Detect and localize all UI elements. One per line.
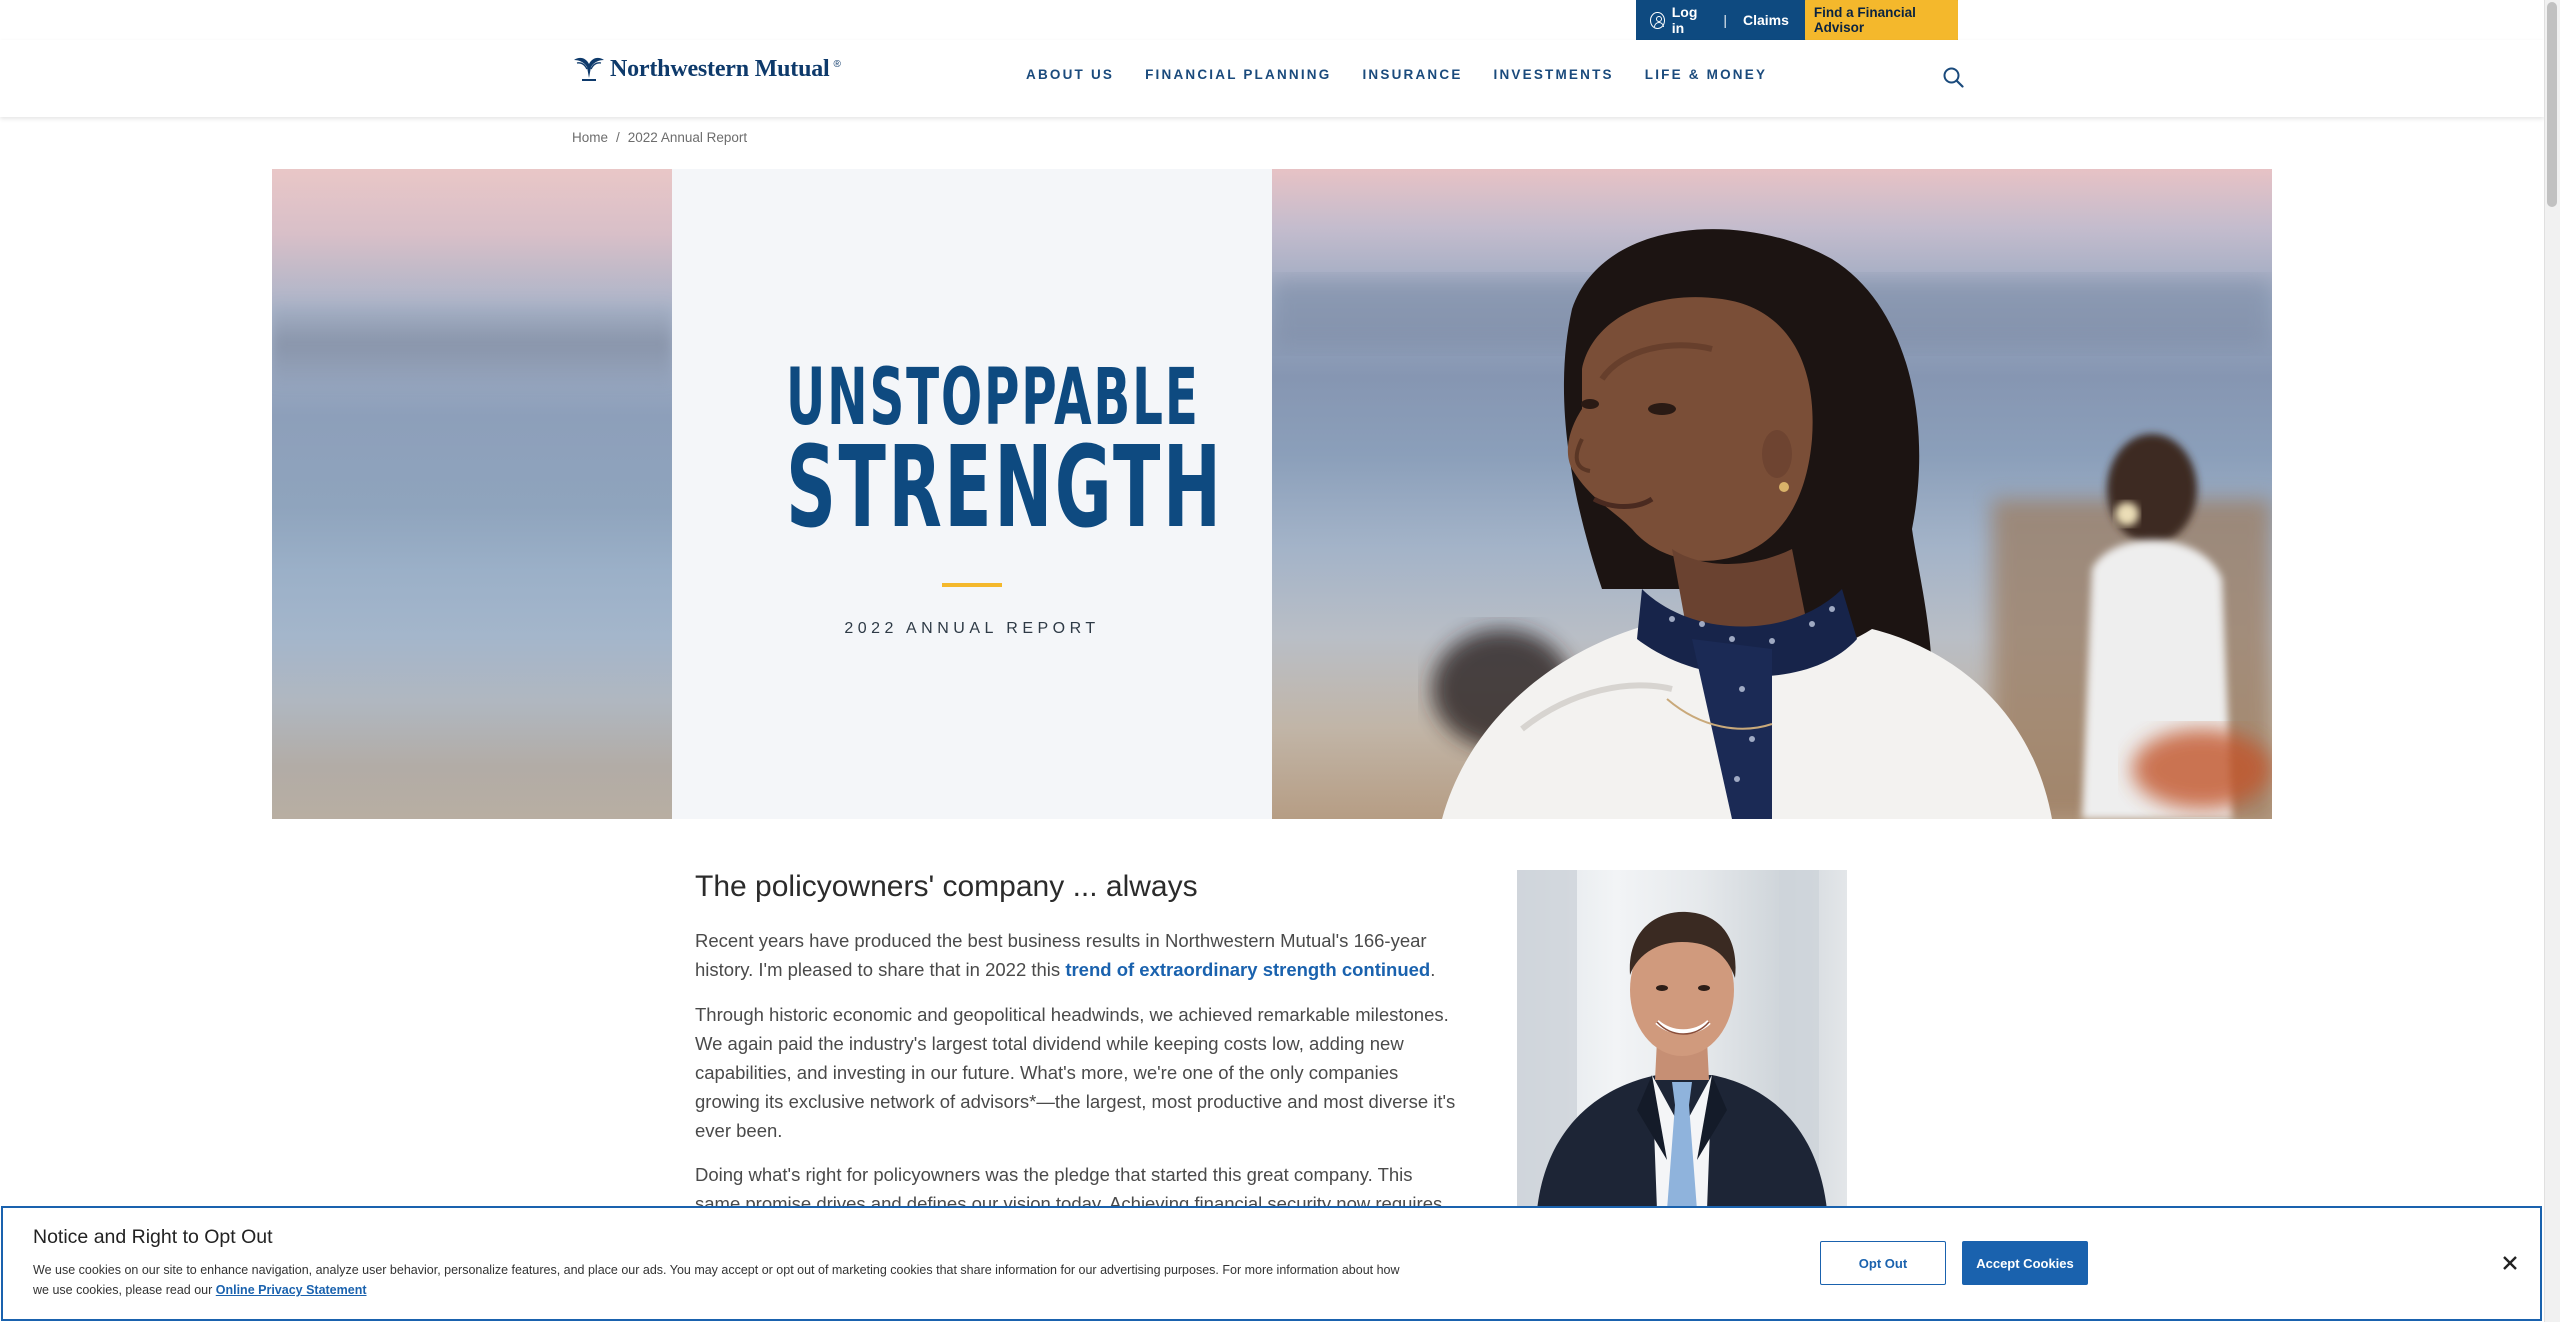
accept-cookies-button[interactable]: Accept Cookies [1962,1241,2088,1285]
breadcrumb-current: 2022 Annual Report [627,130,748,145]
article-paragraph-1: Recent years have produced the best busi… [695,926,1460,984]
site-header: Northwestern Mutual ® ABOUT US FINANCIAL… [0,40,2544,117]
opt-out-button[interactable]: Opt Out [1820,1241,1946,1285]
hero-photo-illustration [1272,229,2272,819]
cookie-banner-text: We use cookies on our site to enhance na… [33,1260,1413,1300]
hero-left-image [272,169,672,819]
strength-continued-link[interactable]: trend of extraordinary strength continue… [1065,959,1430,980]
logo-text: Northwestern Mutual [610,55,830,82]
login-label: Log in [1671,4,1698,36]
article-paragraph-2: Through historic economic and geopolitic… [695,1004,1456,1141]
main-nav: ABOUT US FINANCIAL PLANNING INSURANCE IN… [1026,67,1798,82]
scrollbar-thumb[interactable] [2547,2,2557,207]
hero-subtitle: 2022 ANNUAL REPORT [844,620,1100,637]
nav-investments[interactable]: INVESTMENTS [1494,67,1614,82]
hero-title-line2: STRENGTH [786,423,1224,553]
privacy-statement-link[interactable]: Online Privacy Statement [216,1283,367,1297]
nav-about-us[interactable]: ABOUT US [1026,67,1114,82]
breadcrumb-separator: / [616,130,620,145]
nav-insurance[interactable]: INSURANCE [1362,67,1462,82]
breadcrumb-home[interactable]: Home [572,130,608,145]
utility-separator: | [1723,12,1727,28]
find-advisor-button[interactable]: Find a Financial Advisor [1804,0,1958,41]
hero-accent-rule [942,583,1002,587]
nav-financial-planning[interactable]: FINANCIAL PLANNING [1145,67,1331,82]
logo-registered-mark: ® [833,58,841,70]
ceo-portrait [1517,870,1847,1210]
claims-link[interactable]: Claims [1743,12,1789,28]
cookie-banner: Notice and Right to Opt Out We use cooki… [1,1206,2542,1321]
eagle-logo-icon [574,57,604,81]
hero-title-panel: UNSTOPPABLE STRENGTH 2022 ANNUAL REPORT [672,169,1272,819]
breadcrumb: Home / 2022 Annual Report [572,130,747,145]
page-scrollbar[interactable] [2544,0,2560,1322]
p1-end: . [1430,959,1436,980]
site-logo[interactable]: Northwestern Mutual ® [572,54,841,84]
nav-life-and-money[interactable]: LIFE & MONEY [1645,67,1767,82]
cookie-banner-title: Notice and Right to Opt Out [33,1226,273,1248]
article-title: The policyowners' company ... always [695,870,1198,903]
hero-banner: UNSTOPPABLE STRENGTH 2022 ANNUAL REPORT [272,169,2272,819]
utility-bar: Log in | Claims Find a Financial Advisor [1636,0,1958,41]
close-icon[interactable] [2502,1255,2518,1271]
user-circle-icon [1650,11,1665,29]
ceo-portrait-illustration [1517,870,1827,1210]
login-link[interactable]: Log in [1650,4,1707,36]
search-icon[interactable] [1943,67,1964,88]
hero-photo [1272,169,2272,819]
